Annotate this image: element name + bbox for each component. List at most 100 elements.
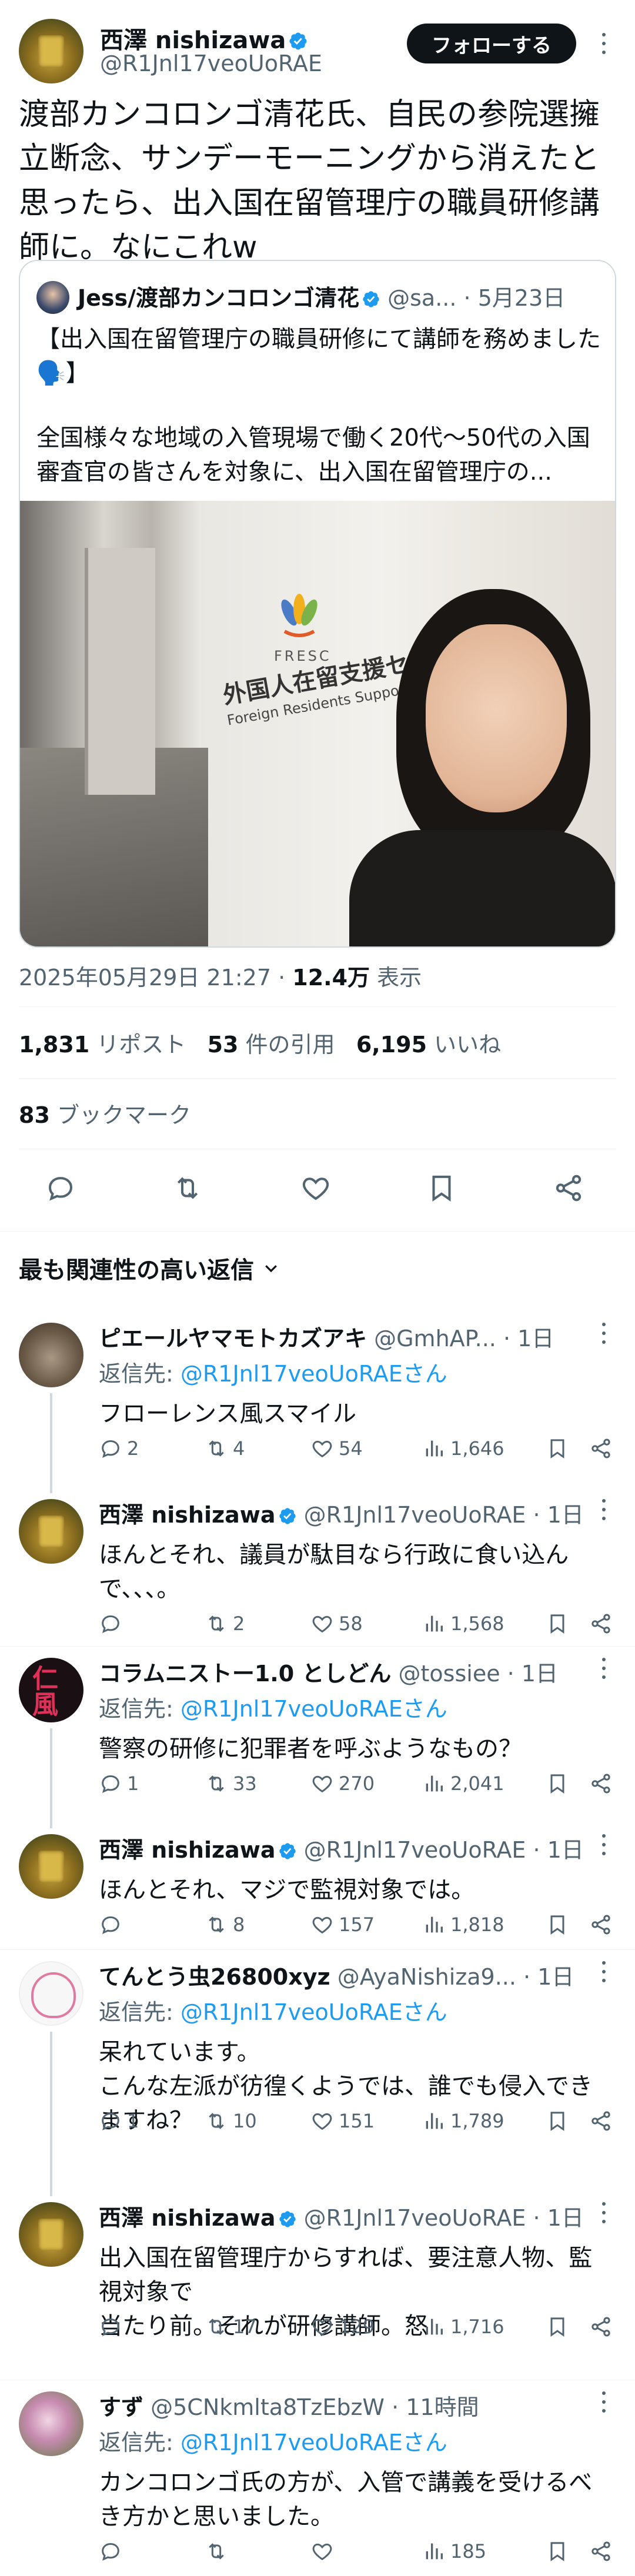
- reply-to-user[interactable]: @R1Jnl17veoUoRAEさん: [181, 1696, 447, 1722]
- repost-icon[interactable]: [172, 1172, 203, 1204]
- author-avatar[interactable]: [19, 19, 83, 83]
- share-icon[interactable]: [589, 1913, 613, 1936]
- reply-author-name[interactable]: てんとう虫26800xyz: [99, 1964, 330, 1990]
- reposts-stat[interactable]: 1,831 リポスト: [19, 1032, 186, 1058]
- bookmark-icon[interactable]: [546, 2540, 569, 2563]
- reply-sort-selector[interactable]: 最も関連性の高い返信: [19, 1251, 280, 1285]
- reply-header[interactable]: ピエールヤマモトカズアキ @GmhAP... · 1日: [99, 1320, 593, 1353]
- reply-time[interactable]: 11時間: [406, 2394, 479, 2420]
- reply-header[interactable]: コラムニストー1.0 としどん @tossiee · 1日: [99, 1655, 593, 1688]
- bookmark-icon[interactable]: [546, 2315, 569, 2339]
- more-options-icon[interactable]: [595, 1832, 613, 1858]
- reply-author-handle[interactable]: @5CNkmlta8TzEbzW: [151, 2394, 385, 2420]
- reply-author-name[interactable]: 西澤 nishizawa: [99, 1837, 276, 1863]
- reply-icon[interactable]: [99, 2315, 122, 2339]
- like-icon[interactable]: [310, 1437, 334, 1460]
- like-icon[interactable]: [300, 1172, 332, 1204]
- repost-icon[interactable]: [205, 2109, 228, 2133]
- views-icon[interactable]: [422, 1913, 446, 1936]
- reply-avatar[interactable]: [19, 2391, 83, 2456]
- reply-icon[interactable]: [45, 1172, 76, 1204]
- reply-time[interactable]: 1日: [522, 1661, 558, 1687]
- views-icon[interactable]: [422, 1437, 446, 1460]
- share-icon[interactable]: [553, 1172, 584, 1204]
- reply-icon[interactable]: [99, 1913, 122, 1936]
- like-icon[interactable]: [310, 2109, 334, 2133]
- reply-author-name[interactable]: ピエールヤマモトカズアキ: [99, 1326, 367, 1351]
- repost-icon[interactable]: [205, 1913, 228, 1936]
- repost-icon[interactable]: [205, 2540, 228, 2563]
- more-options-icon[interactable]: [595, 31, 613, 56]
- reply-author-handle[interactable]: @AyaNishiza9...: [337, 1964, 516, 1990]
- quoted-photo[interactable]: FRESC 外国人在留支援センター Foreign Residents Supp…: [20, 501, 615, 946]
- bookmark-icon[interactable]: [426, 1172, 457, 1204]
- tweet-timestamp[interactable]: 2025年05月29日 21:27: [19, 965, 271, 991]
- reply-to-user[interactable]: @R1Jnl17veoUoRAEさん: [181, 2430, 447, 2455]
- reply-icon[interactable]: [99, 2109, 122, 2133]
- reply-header[interactable]: 西澤 nishizawa @R1Jnl17veoUoRAE · 1日: [99, 1497, 593, 1529]
- share-icon[interactable]: [589, 1772, 613, 1795]
- views-icon[interactable]: [422, 2540, 446, 2563]
- repost-icon[interactable]: [205, 1772, 228, 1795]
- reply-time[interactable]: 1日: [547, 1837, 584, 1863]
- repost-icon[interactable]: [205, 1612, 228, 1635]
- views-icon[interactable]: [422, 2315, 446, 2339]
- share-icon[interactable]: [589, 2540, 613, 2563]
- like-icon[interactable]: [310, 1772, 334, 1795]
- reply-header[interactable]: てんとう虫26800xyz @AyaNishiza9... · 1日: [99, 1959, 593, 1991]
- views-icon[interactable]: [422, 2109, 446, 2133]
- reply-author-name[interactable]: 西澤 nishizawa: [99, 2205, 276, 2231]
- views-icon[interactable]: [422, 1612, 446, 1635]
- reply-icon[interactable]: [99, 1772, 122, 1795]
- share-icon[interactable]: [589, 1437, 613, 1460]
- like-icon[interactable]: [310, 1913, 334, 1936]
- more-options-icon[interactable]: [595, 1497, 613, 1523]
- like-icon[interactable]: [310, 1612, 334, 1635]
- author-handle[interactable]: @R1Jnl17veoUoRAE: [100, 51, 322, 76]
- reply-avatar[interactable]: [19, 1658, 83, 1722]
- reply-time[interactable]: 1日: [547, 1502, 584, 1528]
- reply-time[interactable]: 1日: [517, 1326, 554, 1351]
- more-options-icon[interactable]: [595, 2389, 613, 2415]
- bookmark-icon[interactable]: [546, 1772, 569, 1795]
- reply-icon[interactable]: [99, 2540, 122, 2563]
- bookmark-icon[interactable]: [546, 1612, 569, 1635]
- views-icon[interactable]: [422, 1772, 446, 1795]
- reply-to-user[interactable]: @R1Jnl17veoUoRAEさん: [181, 1999, 447, 2025]
- more-options-icon[interactable]: [595, 1655, 613, 1681]
- repost-icon[interactable]: [205, 2315, 228, 2339]
- reply-time[interactable]: 1日: [537, 1964, 574, 1990]
- repost-icon[interactable]: [205, 1437, 228, 1460]
- bookmark-icon[interactable]: [546, 1913, 569, 1936]
- reply-author-name[interactable]: すず: [99, 2394, 143, 2420]
- quoted-tweet[interactable]: Jess/渡部カンコロンゴ清花 @sa... · 5月23日 【出入国在留管理庁…: [19, 260, 616, 948]
- reply-time[interactable]: 1日: [547, 2205, 584, 2231]
- bookmarks-stat[interactable]: 83 ブックマーク: [19, 1097, 191, 1129]
- like-icon[interactable]: [310, 2315, 334, 2339]
- reply-header[interactable]: すず @5CNkmlta8TzEbzW · 11時間: [99, 2389, 593, 2421]
- more-options-icon[interactable]: [595, 2200, 613, 2226]
- more-options-icon[interactable]: [595, 1320, 613, 1346]
- reply-author-name[interactable]: コラムニストー1.0 としどん: [99, 1661, 391, 1687]
- reply-author-handle[interactable]: @R1Jnl17veoUoRAE: [304, 2205, 526, 2231]
- reply-author-handle[interactable]: @R1Jnl17veoUoRAE: [304, 1837, 526, 1863]
- reply-avatar[interactable]: [19, 1961, 83, 2026]
- like-icon[interactable]: [310, 2540, 334, 2563]
- reply-author-handle[interactable]: @GmhAP...: [374, 1326, 496, 1351]
- share-icon[interactable]: [589, 2109, 613, 2133]
- share-icon[interactable]: [589, 1612, 613, 1635]
- reply-avatar[interactable]: [19, 1323, 83, 1387]
- reply-avatar[interactable]: [19, 1834, 83, 1899]
- reply-to-user[interactable]: @R1Jnl17veoUoRAEさん: [181, 1361, 447, 1387]
- quotes-stat[interactable]: 53 件の引用: [208, 1032, 335, 1058]
- share-icon[interactable]: [589, 2315, 613, 2339]
- reply-author-handle[interactable]: @R1Jnl17veoUoRAE: [304, 1502, 526, 1528]
- reply-avatar[interactable]: [19, 2202, 83, 2267]
- reply-icon[interactable]: [99, 1437, 122, 1460]
- reply-author-name[interactable]: 西澤 nishizawa: [99, 1502, 276, 1528]
- follow-button[interactable]: フォローする: [407, 24, 576, 63]
- reply-header[interactable]: 西澤 nishizawa @R1Jnl17veoUoRAE · 1日: [99, 1832, 593, 1864]
- bookmark-icon[interactable]: [546, 1437, 569, 1460]
- likes-stat[interactable]: 6,195 いいね: [356, 1032, 501, 1058]
- reply-author-handle[interactable]: @tossiee: [399, 1661, 500, 1687]
